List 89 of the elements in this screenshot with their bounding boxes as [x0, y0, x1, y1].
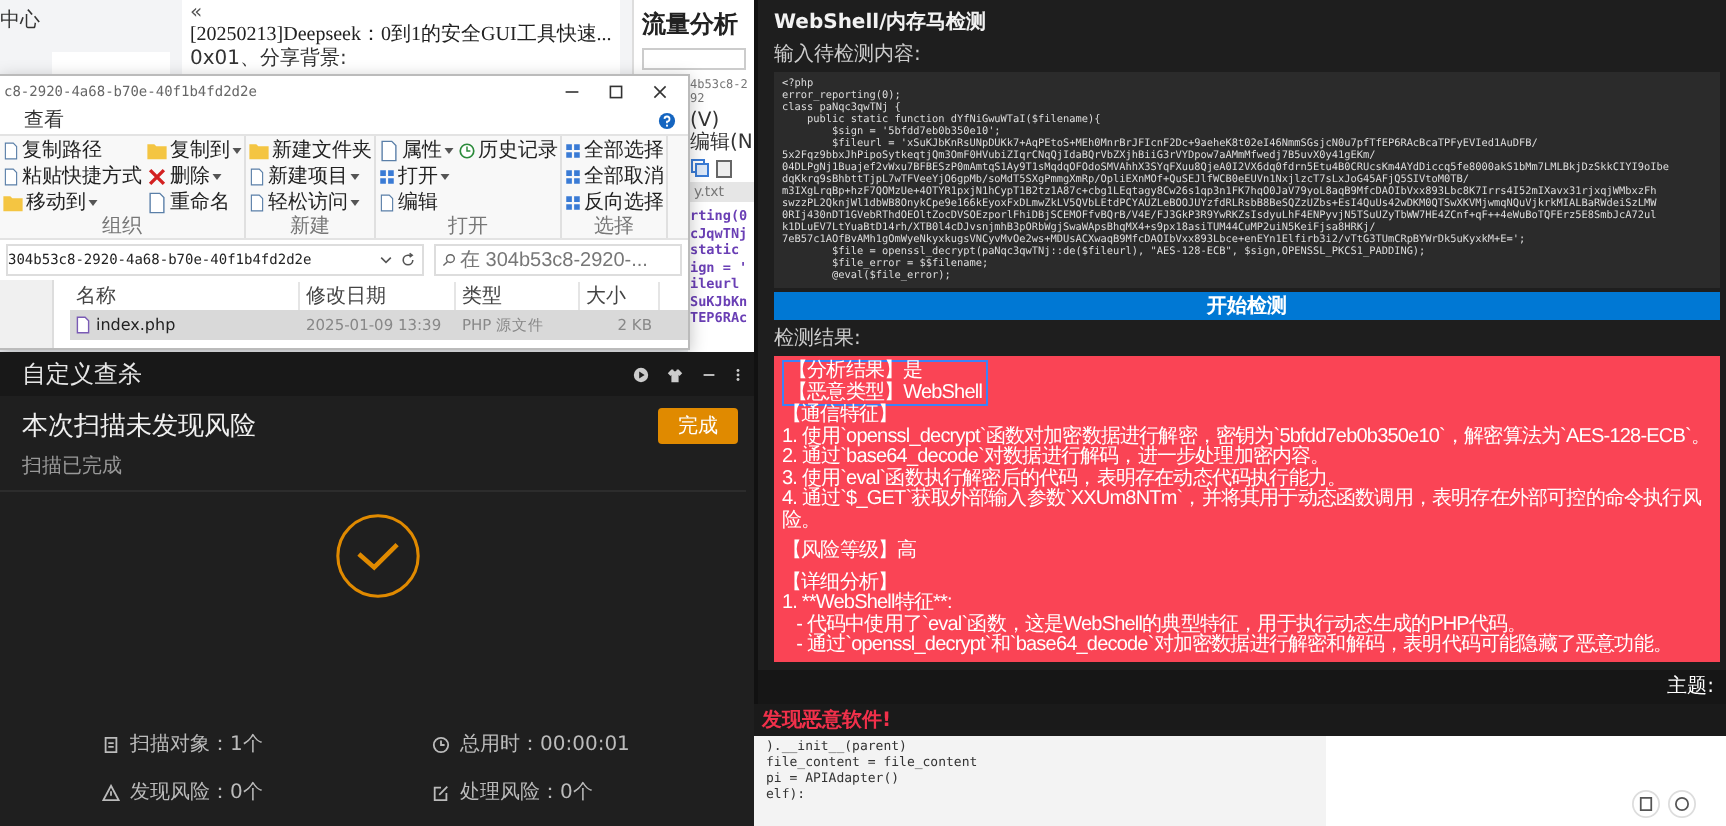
caret-icon [350, 173, 360, 179]
ribbon-button[interactable]: 全部取消 [564, 164, 664, 188]
ribbon-button[interactable]: 删除 [146, 164, 242, 188]
more-icon[interactable] [734, 365, 742, 383]
caret-icon [212, 173, 222, 179]
result-line: 【风险等级】高 [782, 542, 919, 563]
result-line: 3. 使用`eval`函数执行解密后的代码，表明存在动态代码执行能力。 [782, 469, 1347, 489]
search-field[interactable]: 在 304b53c8-2920-... [434, 244, 682, 276]
caret-icon [350, 199, 360, 205]
check-circle-icon [333, 512, 421, 600]
ribbon-button[interactable]: 属性 [378, 138, 454, 162]
stat-text: 总用时：00:00:01 [460, 731, 630, 758]
ribbon-button[interactable]: 新建项目 [248, 164, 372, 188]
caret-icon [444, 147, 454, 153]
page-icon [378, 193, 396, 211]
stat-text: 发现风险：0个 [130, 780, 263, 806]
alert-text: 发现恶意软件! [754, 704, 1726, 736]
ribbon-button[interactable]: 粘贴快捷方式 [2, 164, 142, 188]
caret-icon [88, 199, 98, 205]
ribbon-button[interactable]: 编辑 [378, 190, 454, 214]
grid-icon [564, 167, 582, 185]
result-line: 1. 使用`openssl_decrypt`函数对加密数据进行解密，密钥为`5bfdd7eb0b350e10`，解密算法为`AES-128-ECB`。 [782, 427, 1712, 447]
folder-icon [2, 191, 24, 213]
grid-icon [564, 193, 582, 211]
clock-icon [432, 735, 450, 753]
ribbon-button[interactable]: 反向选择 [564, 190, 664, 214]
start-detection-button[interactable]: 开始检测 [774, 292, 1720, 320]
maximize-icon[interactable] [608, 83, 624, 99]
ribbon-button[interactable]: 移动到 [2, 190, 142, 214]
close-icon[interactable] [652, 83, 668, 99]
article-title[interactable]: [20250213]Deepseek：0到1的安全GUI工具快速... [189, 24, 612, 48]
play-icon[interactable] [632, 365, 650, 383]
result-line: - 代码中使用了`eval`函数，这是WebShell的典型特征，用于执行动态生成的PHP代码。 [794, 615, 1527, 635]
page-icon [378, 139, 400, 161]
window-title: 自定义查杀 [22, 357, 142, 391]
input-label: 输入待检测内容: [774, 41, 923, 68]
result-label: 检测结果: [774, 325, 863, 352]
ribbon-group-label: 组织 [102, 216, 142, 238]
ribbon-tab[interactable]: 查看 [24, 106, 64, 134]
result-line: 【分析结果】是 [788, 362, 925, 382]
copy-icon[interactable] [690, 158, 710, 178]
ribbon-group-label: 打开 [448, 216, 488, 238]
file-name: index.php [96, 316, 176, 334]
page-icon [146, 191, 168, 213]
panel-title: 流量分析 [641, 8, 740, 42]
ribbon-group-label: 新建 [290, 216, 330, 238]
folder-icon [248, 139, 270, 161]
refresh-icon[interactable] [400, 252, 416, 268]
menu-item[interactable]: 编辑(N [690, 132, 753, 154]
theme-label: 主题: [1667, 673, 1714, 701]
result-line: 【恶意类型】WebShell [788, 383, 983, 403]
grid-icon [378, 167, 396, 185]
chevron-icon[interactable] [378, 252, 394, 268]
search-field[interactable] [641, 48, 746, 70]
folder-icon [146, 139, 168, 161]
ribbon-button[interactable]: 打开 [378, 164, 454, 188]
document-icon [102, 735, 120, 753]
result-line: 2. 通过`base64_decode`对数据进行解码，进一步处理加密内容。 [782, 448, 1332, 468]
collapse-button[interactable]: « [189, 2, 612, 24]
ribbon-button[interactable]: 新建文件夹 [248, 138, 372, 162]
result-line: - 通过`openssl_decrypt`和`base64_decode`对加密数据进行解密和解码，表明代码可能隐藏了恶意功能。 [794, 636, 1674, 657]
scan-status: 扫描已完成 [22, 453, 124, 480]
ribbon-button[interactable]: 复制到 [146, 138, 242, 162]
scan-result-heading: 本次扫描未发现风险 [22, 410, 256, 444]
result-line: 4. 通过`$_GET`获取外部输入参数`XXUm8NTm`，并将其用于动态函数调用，表明存在外部可控的命令执行风险。 [782, 490, 1703, 532]
ribbon-button[interactable]: 全部选择 [564, 138, 664, 162]
result-line: 【详细分析】 [782, 573, 898, 593]
result-line: 【通信特征】 [782, 406, 900, 426]
ribbon-button[interactable]: 历史记录 [458, 138, 558, 162]
article-subtitle: 0x01、分享背景: [189, 48, 349, 72]
clock-icon [458, 141, 476, 159]
ribbon-button[interactable]: 复制路径 [2, 138, 142, 162]
edit-icon [432, 783, 450, 801]
warning-icon [102, 783, 120, 801]
caret-icon [232, 147, 242, 153]
cross-icon [146, 165, 168, 187]
shirt-icon[interactable] [666, 365, 684, 383]
stat-text: 处理风险：0个 [460, 779, 593, 806]
ribbon-button[interactable]: 轻松访问 [248, 190, 372, 214]
caret-icon [440, 173, 450, 179]
menu-item[interactable]: (V) [690, 110, 720, 132]
file-icon [76, 316, 90, 334]
search-icon [442, 252, 456, 268]
window-title: WebShell/内存马检测 [774, 9, 989, 36]
result-line: 1. **WebShell特征**: [782, 594, 954, 614]
ribbon-group-label: 选择 [594, 216, 634, 238]
ribbon-button[interactable]: 重命名 [146, 190, 242, 214]
stat-text: 扫描对象：1个 [130, 731, 263, 758]
grid-icon [564, 141, 582, 159]
